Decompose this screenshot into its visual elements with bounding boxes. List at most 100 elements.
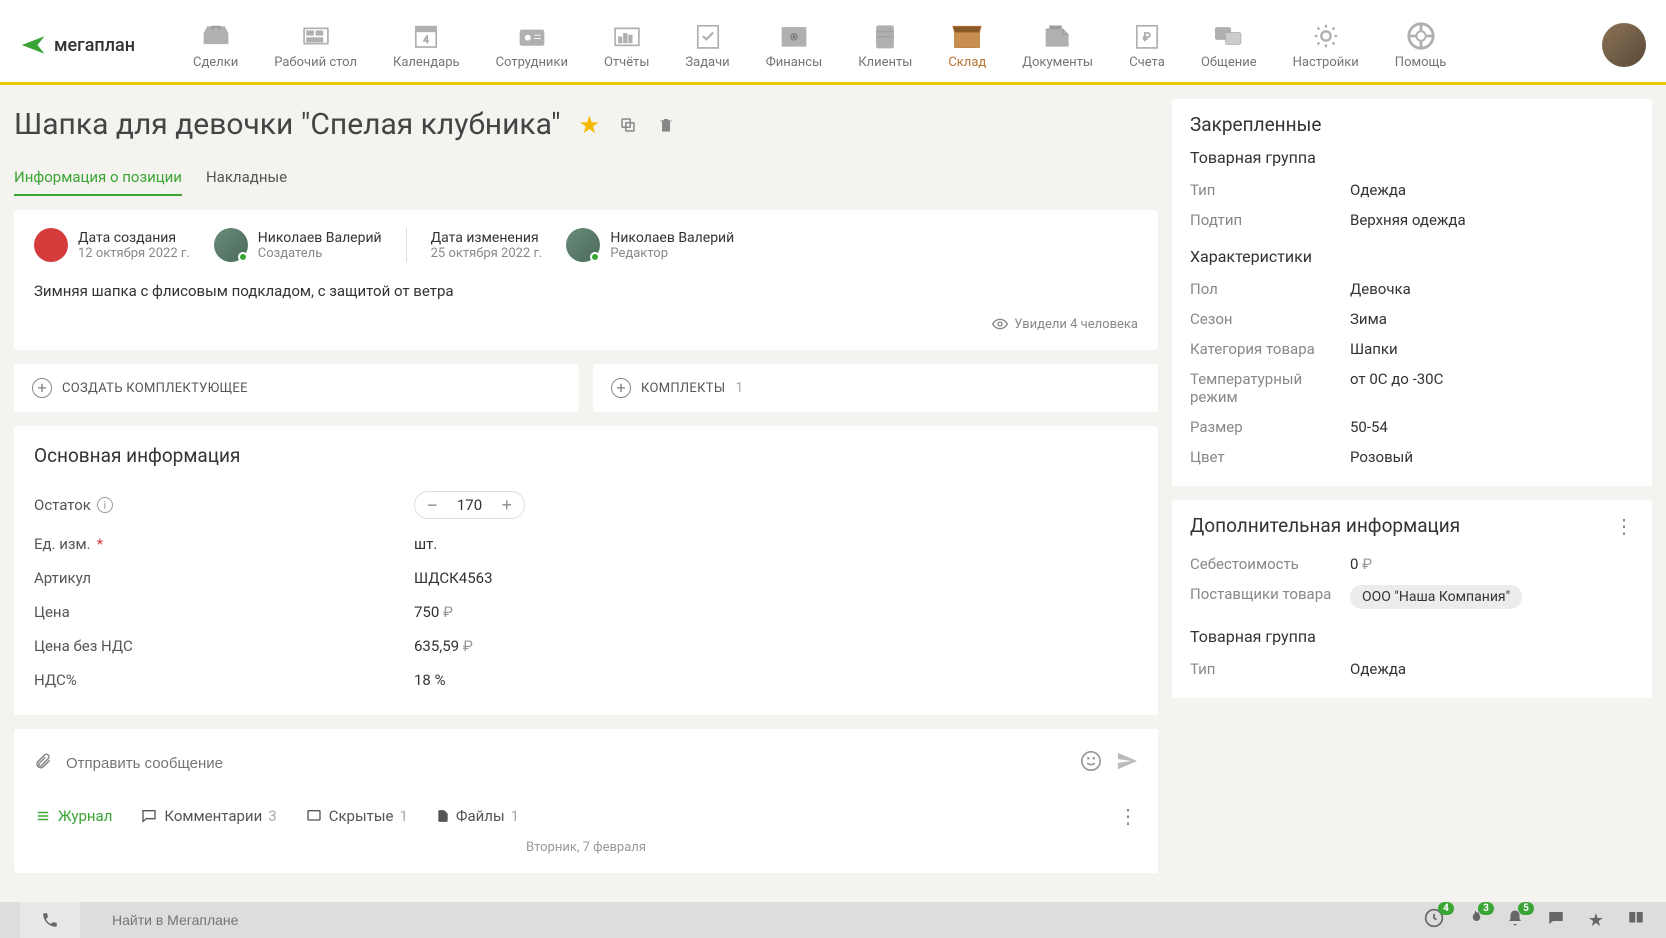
page-tabs: Информация о позиции Накладные <box>14 160 1158 196</box>
subtab-hidden[interactable]: Скрытые 1 <box>305 807 408 825</box>
nav-Финансы[interactable]: Финансы <box>748 17 841 74</box>
global-search[interactable] <box>100 912 920 928</box>
logo-text: мегаплан <box>54 35 135 56</box>
nav-Общение[interactable]: Общение <box>1183 17 1275 74</box>
modified-label: Дата изменения <box>431 230 543 246</box>
avatar-icon <box>566 228 600 262</box>
unit-value: шт. <box>414 535 437 553</box>
subtab-comments[interactable]: Комментарии 3 <box>140 807 276 825</box>
page-title: Шапка для девочки "Спелая клубника" <box>14 107 561 142</box>
nav-Отчёты[interactable]: Отчёты <box>586 17 667 74</box>
nav-icon <box>690 21 726 51</box>
svg-text:₽: ₽ <box>1143 30 1151 44</box>
nav-icon <box>609 21 645 51</box>
vat-label: НДС% <box>34 671 414 689</box>
nav-Сотрудники[interactable]: Сотрудники <box>478 17 586 74</box>
phone-button[interactable] <box>20 902 80 938</box>
description: Зимняя шапка с флисовым подкладом, с защ… <box>34 282 1138 300</box>
nav-icon <box>198 21 234 51</box>
meta-creator[interactable]: Николаев Валерий Создатель <box>214 228 382 262</box>
editor-name: Николаев Валерий <box>610 230 734 246</box>
supplier-pill[interactable]: ООО "Наша Компания" <box>1350 585 1522 609</box>
date-divider: Вторник, 7 февраля <box>34 840 1138 855</box>
star-icon[interactable]: ★ <box>579 111 601 139</box>
subtab-files[interactable]: Файлы 1 <box>436 807 519 825</box>
more-icon[interactable]: ⋮ <box>1614 514 1634 538</box>
create-component-button[interactable]: + СОЗДАТЬ КОМПЛЕКТУЮЩЕЕ <box>14 364 579 412</box>
emoji-icon[interactable] <box>1080 750 1102 777</box>
top-nav: мегаплан СделкиРабочий стол4апрКалендарь… <box>0 0 1666 85</box>
alert-icon[interactable]: 4 <box>1424 908 1444 933</box>
creator-role: Создатель <box>258 246 382 261</box>
nav-icon <box>298 21 334 51</box>
chars-subtitle: Характеристики <box>1190 247 1634 266</box>
pinned-section: Закрепленные Товарная группа ТипОдежда П… <box>1172 99 1652 486</box>
meta-card: Дата создания 12 октября 2022 г. Николае… <box>14 210 1158 350</box>
pinned-title: Закрепленные <box>1190 113 1634 136</box>
stepper-minus[interactable]: − <box>427 496 438 514</box>
compose-card: Журнал Комментарии 3 Скрытые 1 Файлы 1 <box>14 729 1158 873</box>
nav-Рабочий стол[interactable]: Рабочий стол <box>256 17 375 74</box>
compose-input[interactable] <box>66 747 1066 780</box>
svg-text:4: 4 <box>423 34 429 45</box>
balance-stepper[interactable]: − 170 + <box>414 491 525 519</box>
title-row: Шапка для девочки "Спелая клубника" ★ <box>14 99 1158 146</box>
send-icon[interactable] <box>1116 750 1138 777</box>
price-label: Цена <box>34 603 414 621</box>
star-icon[interactable]: ★ <box>1588 910 1604 931</box>
tab-Информация о позиции[interactable]: Информация о позиции <box>14 160 182 196</box>
nav-Настройки[interactable]: Настройки <box>1275 17 1377 74</box>
chat-icon[interactable] <box>1546 909 1566 932</box>
unit-label: Ед. изм.* <box>34 535 414 553</box>
price-value: 750 <box>414 603 453 621</box>
sku-value: ШДСК4563 <box>414 569 493 587</box>
plus-icon: + <box>32 378 52 398</box>
modified-date: 25 октября 2022 г. <box>431 246 543 261</box>
balance-label: Остаток i <box>34 496 414 514</box>
kits-button[interactable]: + КОМПЛЕКТЫ 1 <box>593 364 1158 412</box>
file-icon <box>436 808 450 824</box>
main-info-card: Основная информация Остаток i − 170 + Ед… <box>14 426 1158 715</box>
logo-icon <box>20 31 48 59</box>
user-avatar[interactable] <box>1602 23 1646 67</box>
nav-icon <box>1308 21 1344 51</box>
avatar-icon <box>34 228 68 262</box>
meta-editor[interactable]: Николаев Валерий Редактор <box>566 228 734 262</box>
stepper-plus[interactable]: + <box>502 496 513 514</box>
meta-created: Дата создания 12 октября 2022 г. <box>34 228 190 262</box>
nav-icon: ₽ <box>1129 21 1165 51</box>
comment-icon <box>140 808 158 824</box>
nav-icon <box>949 21 985 51</box>
book-icon[interactable] <box>1626 909 1646 932</box>
nav-Помощь[interactable]: Помощь <box>1377 17 1465 74</box>
nav-icon <box>514 21 550 51</box>
nav-icon: 4 апр <box>408 21 444 51</box>
meta-modified: Дата изменения 25 октября 2022 г. <box>431 230 543 261</box>
more-icon[interactable]: ⋮ <box>1118 804 1138 828</box>
nav-Документы[interactable]: Документы <box>1004 17 1111 74</box>
svg-text:апр: апр <box>423 27 431 32</box>
views-count[interactable]: Увидели 4 человека <box>34 316 1138 332</box>
hidden-icon <box>305 808 323 824</box>
nav-Задачи[interactable]: Задачи <box>667 17 747 74</box>
subtab-journal[interactable]: Журнал <box>34 807 112 825</box>
nav-Склад[interactable]: Склад <box>930 17 1004 74</box>
info-icon[interactable]: i <box>97 497 113 513</box>
trash-icon[interactable] <box>656 115 676 135</box>
nav-Счета[interactable]: ₽Счета <box>1111 17 1183 74</box>
main-info-title: Основная информация <box>34 444 1138 467</box>
created-label: Дата создания <box>78 230 190 246</box>
group-subtitle: Товарная группа <box>1190 148 1634 167</box>
attach-icon[interactable] <box>34 751 52 776</box>
nav-icon <box>1211 21 1247 51</box>
logo[interactable]: мегаплан <box>20 31 135 59</box>
tab-Накладные[interactable]: Накладные <box>206 160 287 196</box>
fire-icon[interactable]: 3 <box>1466 908 1484 933</box>
nav-Календарь[interactable]: 4апрКалендарь <box>375 17 478 74</box>
nav-Клиенты[interactable]: Клиенты <box>840 17 930 74</box>
eye-icon <box>992 316 1008 332</box>
nav-Сделки[interactable]: Сделки <box>175 17 256 74</box>
bell-icon[interactable]: 5 <box>1506 908 1524 933</box>
copy-icon[interactable] <box>618 115 638 135</box>
phone-icon <box>41 911 59 929</box>
